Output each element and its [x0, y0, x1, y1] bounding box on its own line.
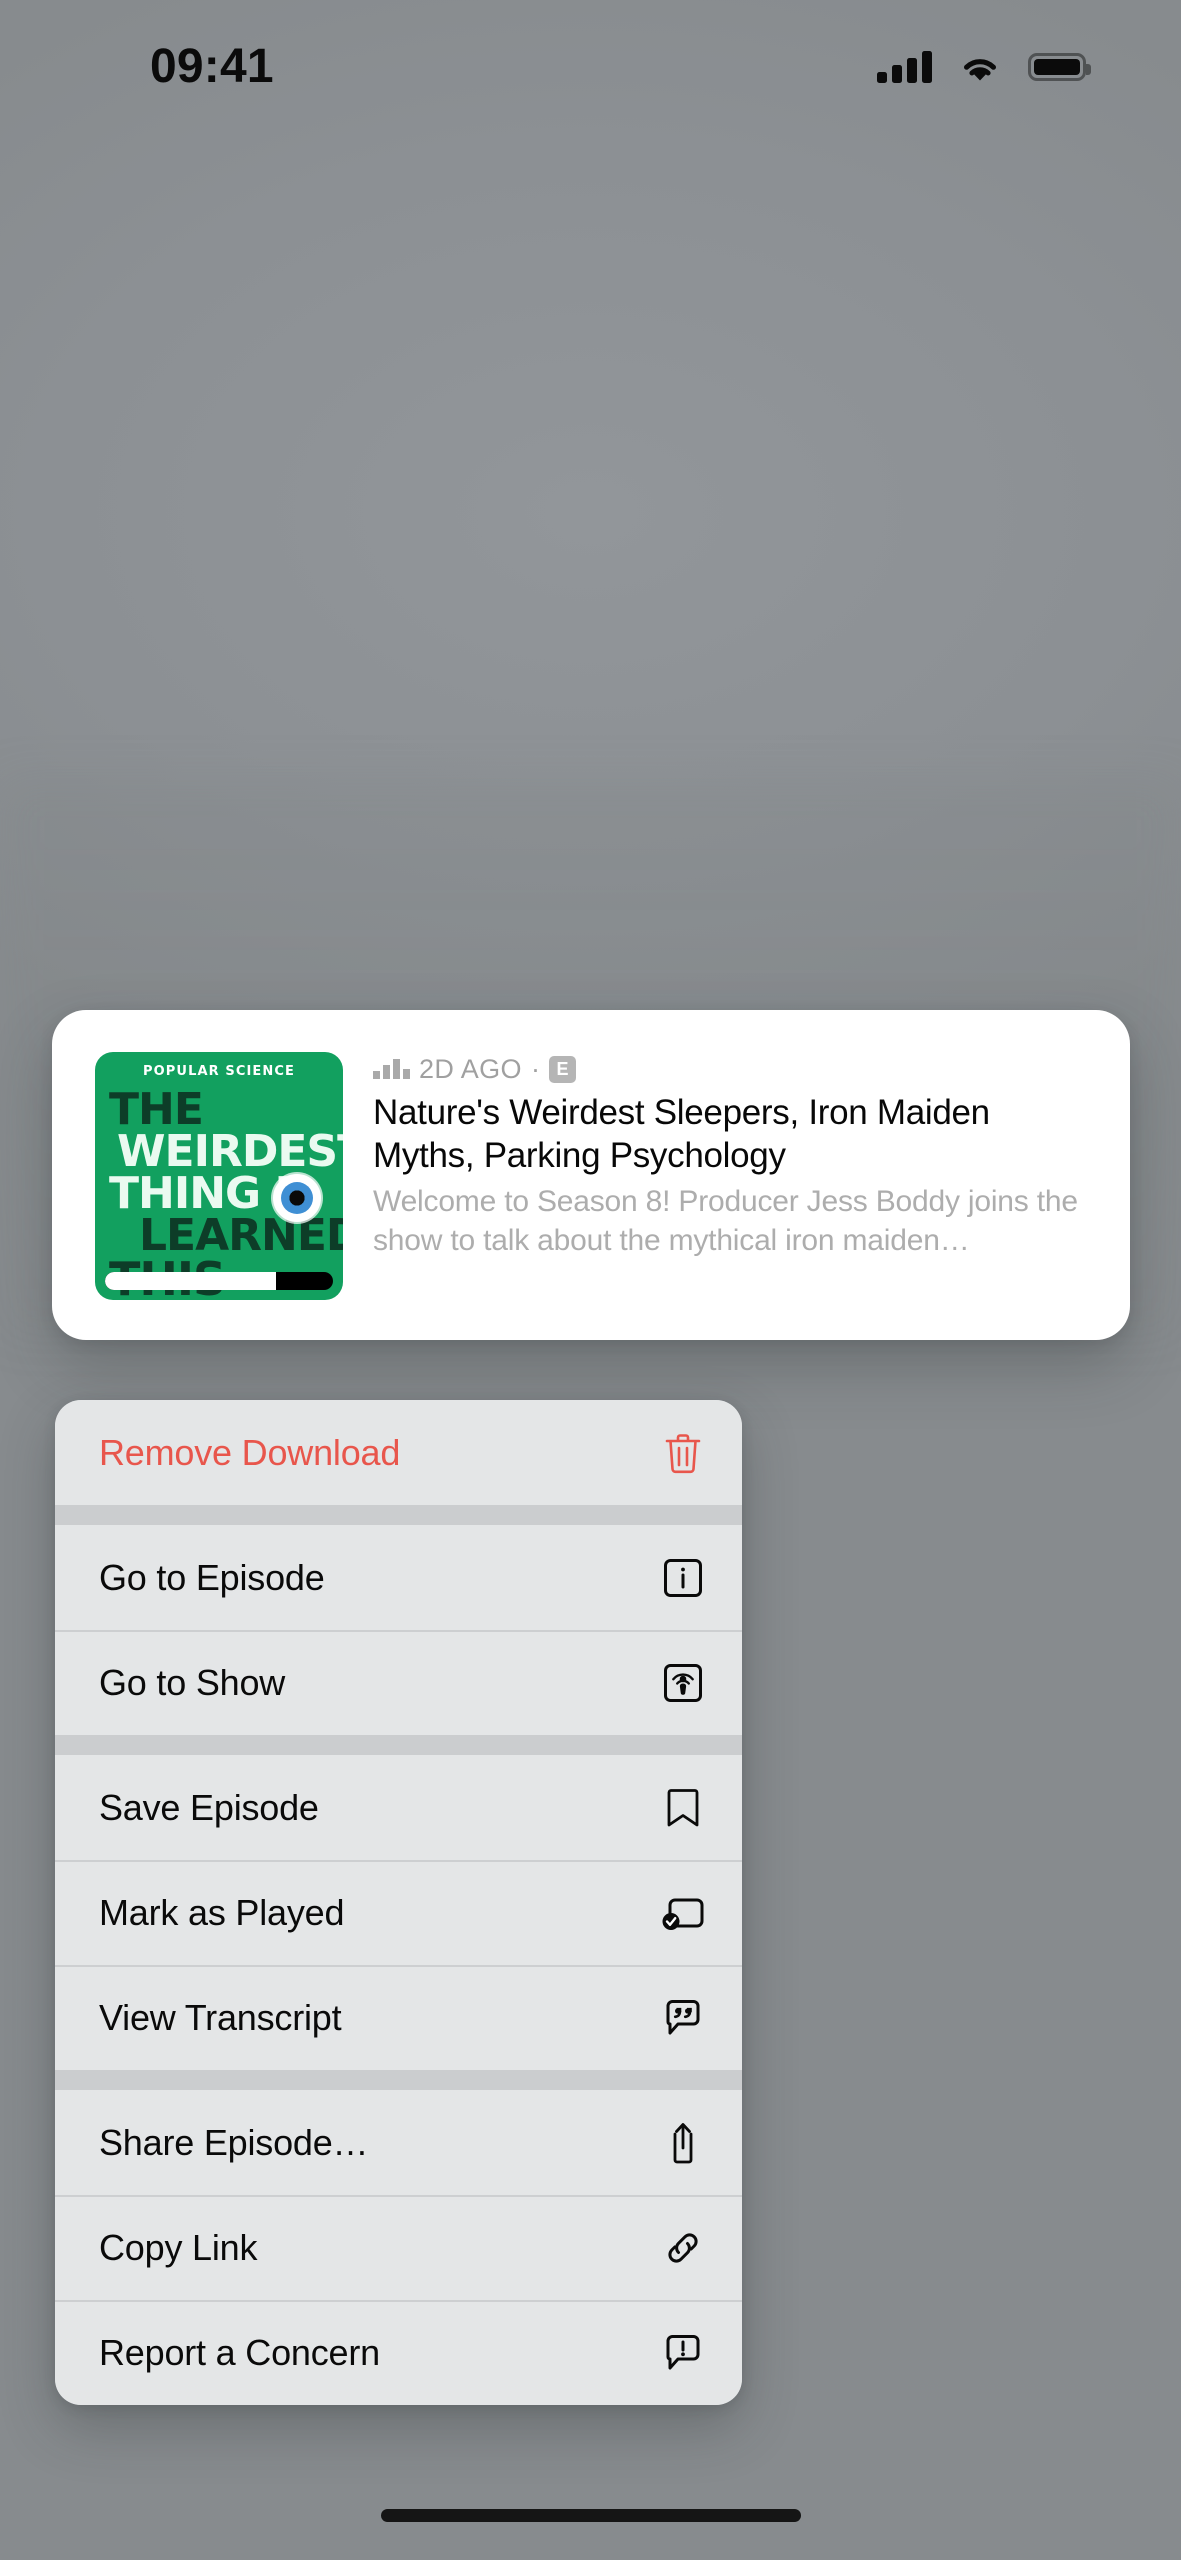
podcast-artwork: POPULAR SCIENCE THE WEIRDEST THING I LEA…	[95, 1052, 343, 1300]
artwork-line-2: WEIRDEST	[117, 1126, 343, 1177]
menu-group-separator	[55, 1735, 742, 1755]
menu-group-actions: Save Episode Mark as Played View Transcr…	[55, 1755, 742, 2070]
share-icon	[660, 2120, 706, 2166]
menu-group-navigation: Go to Episode Go to Show	[55, 1525, 742, 1735]
menu-item-label: Report a Concern	[99, 2331, 380, 2373]
status-bar: 09:41	[0, 0, 1181, 120]
episode-description: Welcome to Season 8! Producer Jess Boddy…	[373, 1185, 1078, 1257]
download-progress-bar	[105, 1272, 333, 1290]
episode-meta-row: 2D AGO · E	[373, 1054, 1090, 1084]
menu-item-view-transcript[interactable]: View Transcript	[55, 1965, 742, 2070]
menu-item-label: Mark as Played	[99, 1891, 345, 1933]
episode-info: 2D AGO · E Nature's Weirdest Sleepers, I…	[373, 1052, 1090, 1260]
mark-played-checkmark-icon	[660, 1890, 706, 1936]
menu-item-report-a-concern[interactable]: Report a Concern	[55, 2300, 742, 2405]
menu-group-separator	[55, 2070, 742, 2090]
artwork-publisher: POPULAR SCIENCE	[143, 1064, 295, 1079]
menu-item-label: Go to Show	[99, 1661, 286, 1703]
menu-item-copy-link[interactable]: Copy Link	[55, 2195, 742, 2300]
menu-item-label: Save Episode	[99, 1786, 319, 1828]
status-bar-indicators	[877, 51, 1091, 83]
menu-item-label: View Transcript	[99, 1996, 342, 2038]
menu-group-share: Share Episode… Copy Link Report a Concer…	[55, 2090, 742, 2405]
artwork-line-1: THE	[109, 1084, 204, 1135]
episode-title: Nature's Weirdest Sleepers, Iron Maiden …	[373, 1093, 990, 1175]
menu-item-label: Go to Episode	[99, 1556, 325, 1598]
menu-item-mark-as-played[interactable]: Mark as Played	[55, 1860, 742, 1965]
quote-bubble-icon	[660, 1995, 706, 2041]
menu-item-go-to-show[interactable]: Go to Show	[55, 1630, 742, 1735]
episode-preview-card[interactable]: POPULAR SCIENCE THE WEIRDEST THING I LEA…	[52, 1010, 1130, 1340]
info-square-icon	[660, 1555, 706, 1601]
home-indicator	[380, 2509, 801, 2522]
exclamation-bubble-icon	[660, 2330, 706, 2376]
menu-item-label: Copy Link	[99, 2226, 258, 2268]
menu-item-save-episode[interactable]: Save Episode	[55, 1755, 742, 1860]
menu-group-separator	[55, 1505, 742, 1525]
trash-icon	[660, 1430, 706, 1476]
menu-item-label: Share Episode…	[99, 2121, 369, 2163]
artwork-line-4: LEARNED	[139, 1210, 343, 1261]
menu-item-label: Remove Download	[99, 1431, 401, 1473]
eyeball-icon	[273, 1174, 321, 1222]
bookmark-icon	[660, 1785, 706, 1831]
podcast-square-icon	[660, 1660, 706, 1706]
wifi-icon	[964, 59, 996, 81]
menu-group-download: Remove Download	[55, 1400, 742, 1505]
menu-item-share-episode[interactable]: Share Episode…	[55, 2090, 742, 2195]
explicit-badge: E	[548, 1055, 576, 1083]
menu-item-go-to-episode[interactable]: Go to Episode	[55, 1525, 742, 1630]
battery-full-icon	[1028, 53, 1091, 81]
status-bar-time: 09:41	[150, 39, 274, 93]
episode-date: 2D AGO	[419, 1053, 522, 1084]
meta-separator: ·	[530, 1053, 540, 1084]
cellular-signal-icon	[877, 51, 932, 83]
context-menu[interactable]: Remove Download Go to Episode Go to Show…	[55, 1400, 742, 2405]
artwork-line-3: THING I	[109, 1168, 291, 1219]
audio-waveform-icon	[373, 1059, 410, 1079]
link-icon	[660, 2225, 706, 2271]
menu-item-remove-download[interactable]: Remove Download	[55, 1400, 742, 1505]
